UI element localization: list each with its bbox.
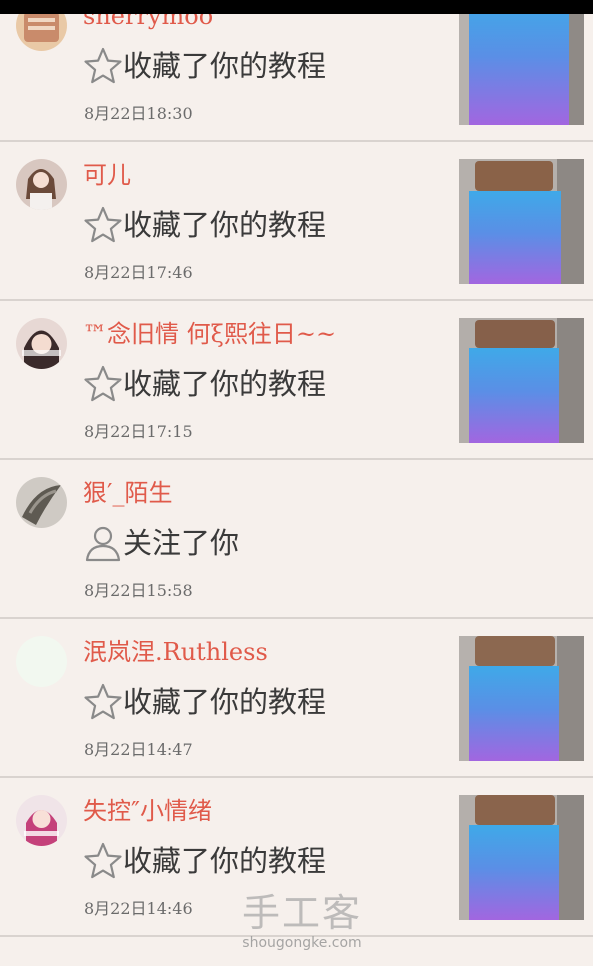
action-line: 收藏了你的教程: [83, 841, 326, 881]
action-line: 关注了你: [83, 523, 239, 563]
username[interactable]: ™念旧情 何ξ熙往日~~: [83, 319, 336, 349]
action-text: 收藏了你的教程: [123, 685, 327, 719]
action-line: 收藏了你的教程: [83, 46, 326, 86]
star-icon: [83, 46, 123, 86]
tutorial-thumbnail[interactable]: [459, 636, 584, 761]
star-icon: [83, 682, 123, 722]
status-bar: [0, 0, 593, 14]
action-text: 关注了你: [123, 526, 240, 560]
star-icon: [83, 364, 123, 404]
action-line: 收藏了你的教程: [83, 682, 326, 722]
avatar[interactable]: [16, 636, 67, 687]
action-text: 收藏了你的教程: [123, 844, 327, 878]
star-icon: [83, 841, 123, 881]
list-item[interactable]: ™念旧情 何ξ熙往日~~ 收藏了你的教程 8月22日17:15: [0, 301, 593, 460]
username[interactable]: 泯岚涅.Ruthless: [83, 637, 268, 667]
tutorial-thumbnail[interactable]: [459, 318, 584, 443]
action-text: 收藏了你的教程: [123, 49, 327, 83]
avatar[interactable]: [16, 795, 67, 846]
avatar[interactable]: [16, 318, 67, 369]
avatar[interactable]: [16, 159, 67, 210]
notification-feed[interactable]: sherrymoo 收藏了你的教程 8月22日18:30 可儿 收藏了你的教程 …: [0, 0, 593, 937]
timestamp: 8月22日17:46: [84, 263, 193, 282]
timestamp: 8月22日17:15: [84, 422, 193, 441]
timestamp: 8月22日15:58: [84, 581, 193, 600]
list-item[interactable]: 可儿 收藏了你的教程 8月22日17:46: [0, 142, 593, 301]
notification-screen: sherrymoo 收藏了你的教程 8月22日18:30 可儿 收藏了你的教程 …: [0, 0, 593, 966]
person-icon: [83, 523, 123, 563]
watermark-logo-text: 手工客: [241, 891, 362, 935]
list-item[interactable]: 狠′_陌生 关注了你 8月22日15:58: [0, 460, 593, 619]
watermark-url: shougongke.com: [242, 935, 362, 951]
username[interactable]: 可儿: [83, 160, 131, 190]
action-line: 收藏了你的教程: [83, 205, 326, 245]
list-item[interactable]: sherrymoo 收藏了你的教程 8月22日18:30: [0, 0, 593, 142]
timestamp: 8月22日18:30: [84, 104, 193, 123]
avatar[interactable]: [16, 477, 67, 528]
watermark: 手工客 shougongke.com: [232, 892, 372, 952]
timestamp: 8月22日14:47: [84, 740, 193, 759]
username[interactable]: 失控″小情绪: [83, 796, 212, 826]
username[interactable]: 狠′_陌生: [83, 478, 172, 508]
action-text: 收藏了你的教程: [123, 367, 327, 401]
star-icon: [83, 205, 123, 245]
action-text: 收藏了你的教程: [123, 208, 327, 242]
action-line: 收藏了你的教程: [83, 364, 326, 404]
timestamp: 8月22日14:46: [84, 899, 193, 918]
tutorial-thumbnail[interactable]: [459, 0, 584, 125]
tutorial-thumbnail[interactable]: [459, 795, 584, 920]
tutorial-thumbnail[interactable]: [459, 159, 584, 284]
list-item[interactable]: 泯岚涅.Ruthless 收藏了你的教程 8月22日14:47: [0, 619, 593, 778]
